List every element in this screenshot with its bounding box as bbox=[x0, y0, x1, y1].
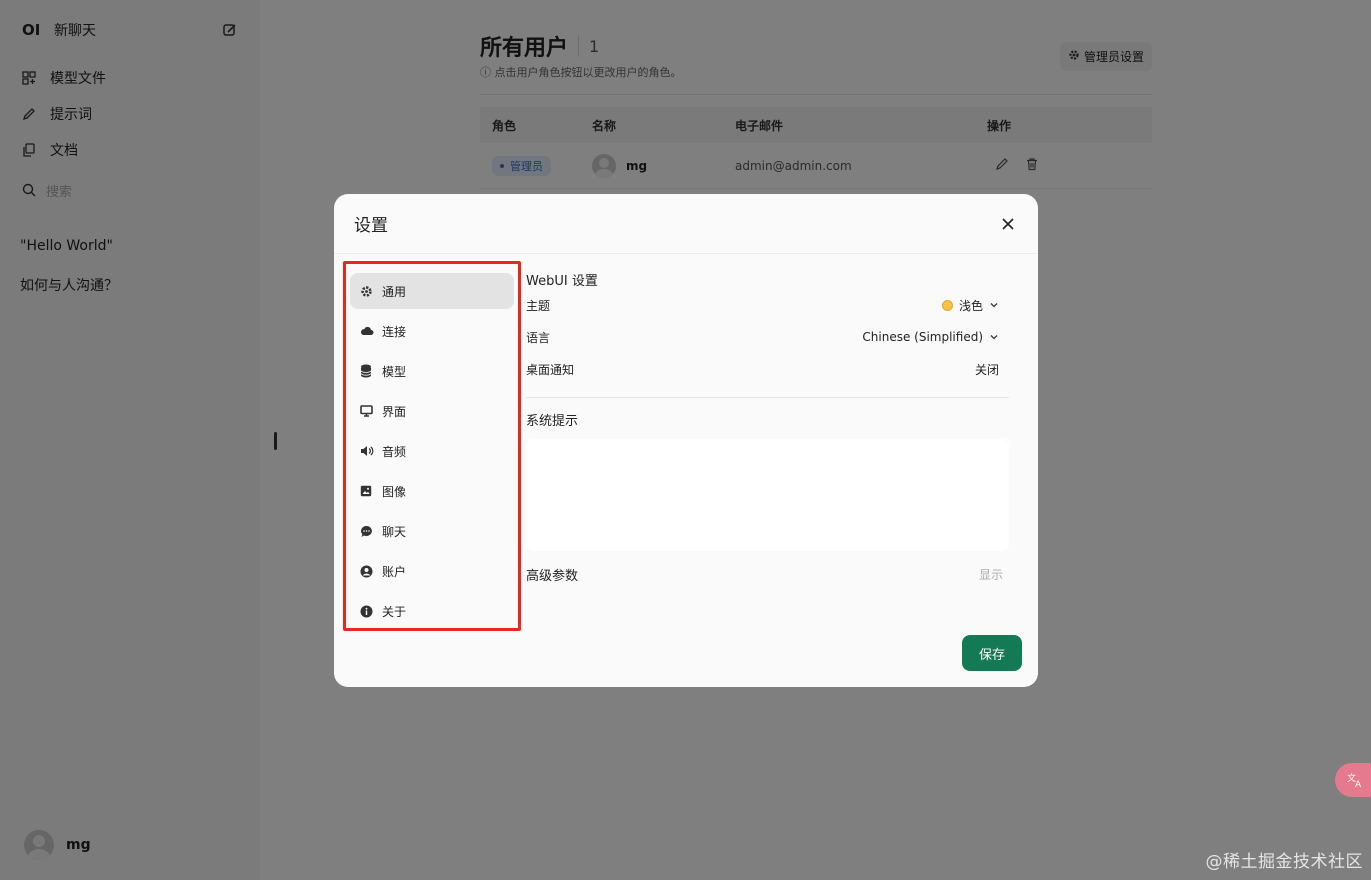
theme-label: 主题 bbox=[526, 298, 551, 313]
language-value: Chinese (Simplified) bbox=[862, 330, 983, 344]
tab-connections[interactable]: 连接 bbox=[350, 313, 514, 349]
theme-value: 浅色 bbox=[958, 298, 983, 313]
notification-label: 桌面通知 bbox=[526, 362, 575, 377]
tab-audio[interactable]: 音频 bbox=[350, 433, 514, 469]
tab-chats[interactable]: 聊天 bbox=[350, 513, 514, 549]
image-icon bbox=[360, 485, 382, 497]
save-button[interactable]: 保存 bbox=[962, 635, 1022, 671]
language-label: 语言 bbox=[526, 330, 551, 345]
modal-header: 设置 bbox=[334, 194, 1038, 254]
cloud-icon bbox=[360, 325, 382, 337]
tab-label: 模型 bbox=[382, 364, 407, 379]
gear-icon bbox=[360, 285, 382, 298]
speaker-icon bbox=[360, 445, 382, 457]
monitor-icon bbox=[360, 405, 382, 417]
tab-label: 账户 bbox=[382, 564, 407, 579]
user-circle-icon bbox=[360, 565, 382, 578]
tab-images[interactable]: 图像 bbox=[350, 473, 514, 509]
system-prompt-textarea[interactable] bbox=[526, 439, 1009, 551]
tab-label: 连接 bbox=[382, 324, 407, 339]
tab-interface[interactable]: 界面 bbox=[350, 393, 514, 429]
tab-about[interactable]: 关于 bbox=[350, 593, 514, 629]
tab-label: 聊天 bbox=[382, 524, 407, 539]
sun-icon bbox=[941, 299, 953, 311]
tab-account[interactable]: 账户 bbox=[350, 553, 514, 589]
tab-label: 通用 bbox=[382, 284, 407, 299]
svg-text:A: A bbox=[1355, 780, 1362, 788]
general-settings-panel: WebUI 设置 主题 浅色 语言 Chinese (Simplified) 桌… bbox=[526, 270, 1009, 584]
chevron-down-icon bbox=[989, 300, 999, 310]
tab-label: 图像 bbox=[382, 484, 407, 499]
advanced-params-toggle[interactable]: 显示 bbox=[979, 566, 1003, 583]
advanced-params-label: 高级参数 bbox=[526, 569, 579, 584]
chat-bubble-icon bbox=[360, 525, 382, 538]
divider bbox=[526, 397, 1009, 398]
system-prompt-label: 系统提示 bbox=[526, 414, 579, 429]
database-icon bbox=[360, 364, 382, 378]
tab-models[interactable]: 模型 bbox=[350, 353, 514, 389]
notification-toggle[interactable]: 关闭 bbox=[975, 361, 999, 378]
tab-general[interactable]: 通用 bbox=[350, 273, 514, 309]
watermark: @稀土掘金技术社区 bbox=[1205, 852, 1363, 872]
settings-tabs: 通用 连接 模型 界面 音频 图像 聊天 账户 关于 bbox=[343, 261, 521, 631]
theme-row: 主题 浅色 bbox=[526, 289, 1009, 321]
tab-label: 关于 bbox=[382, 604, 407, 619]
modal-title: 设置 bbox=[354, 216, 388, 236]
settings-modal: 设置 通用 连接 模型 界面 音频 图像 聊天 账户 关于 WebUI 设置 主… bbox=[334, 194, 1038, 687]
language-select[interactable]: Chinese (Simplified) bbox=[862, 330, 999, 344]
section-title: WebUI 设置 bbox=[526, 274, 598, 289]
advanced-params-row: 高级参数 显示 bbox=[526, 565, 1009, 584]
chevron-down-icon bbox=[989, 332, 999, 342]
tab-label: 界面 bbox=[382, 404, 407, 419]
info-icon bbox=[360, 605, 382, 618]
close-icon[interactable] bbox=[998, 214, 1018, 234]
tab-label: 音频 bbox=[382, 444, 407, 459]
language-row: 语言 Chinese (Simplified) bbox=[526, 321, 1009, 353]
translate-icon[interactable]: 文A bbox=[1335, 763, 1371, 797]
theme-select[interactable]: 浅色 bbox=[941, 297, 999, 314]
notification-row: 桌面通知 关闭 bbox=[526, 353, 1009, 385]
